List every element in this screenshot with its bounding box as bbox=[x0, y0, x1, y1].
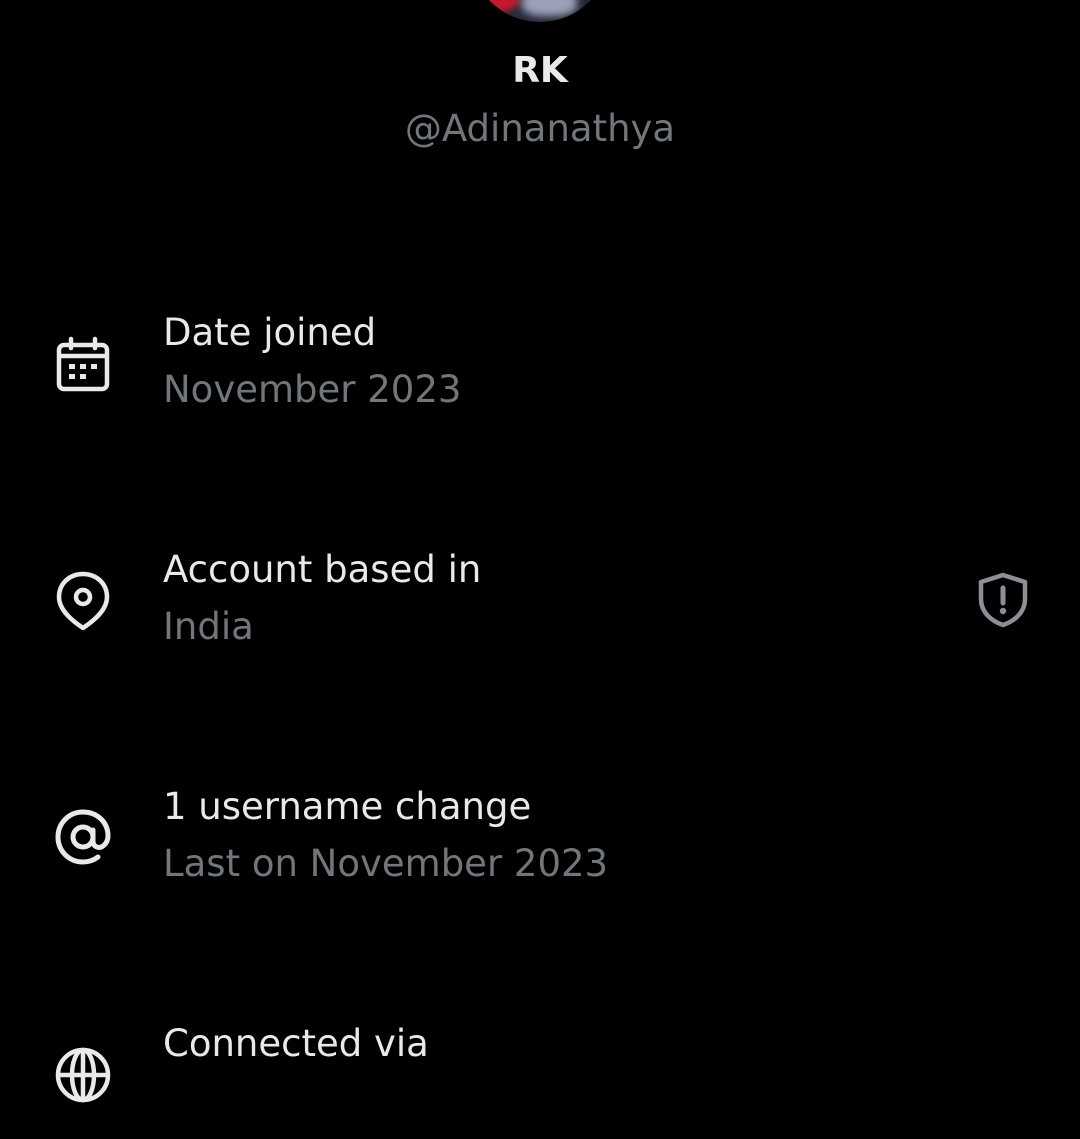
row-title: 1 username change bbox=[163, 785, 532, 828]
at-sign-icon bbox=[52, 806, 114, 868]
username-handle: @Adinanathya bbox=[404, 107, 676, 150]
calendar-icon bbox=[52, 336, 114, 398]
row-subtitle: Last on November 2023 bbox=[163, 842, 609, 885]
avatar[interactable] bbox=[470, 0, 610, 22]
row-title: Date joined bbox=[163, 311, 377, 354]
location-pin-icon bbox=[52, 570, 114, 632]
row-subtitle: India bbox=[163, 605, 254, 648]
globe-icon bbox=[52, 1044, 114, 1106]
row-account-based-in[interactable]: Account based in India bbox=[0, 545, 1080, 665]
row-username-changes[interactable]: 1 username change Last on November 2023 bbox=[0, 782, 1080, 902]
display-name: RK bbox=[512, 50, 568, 91]
row-title: Account based in bbox=[163, 548, 482, 591]
shield-alert-icon[interactable] bbox=[974, 571, 1032, 629]
row-connected-via[interactable]: Connected via bbox=[0, 1019, 1080, 1139]
row-subtitle: November 2023 bbox=[163, 368, 462, 411]
row-title: Connected via bbox=[163, 1022, 429, 1065]
row-date-joined: Date joined November 2023 bbox=[0, 308, 1080, 428]
